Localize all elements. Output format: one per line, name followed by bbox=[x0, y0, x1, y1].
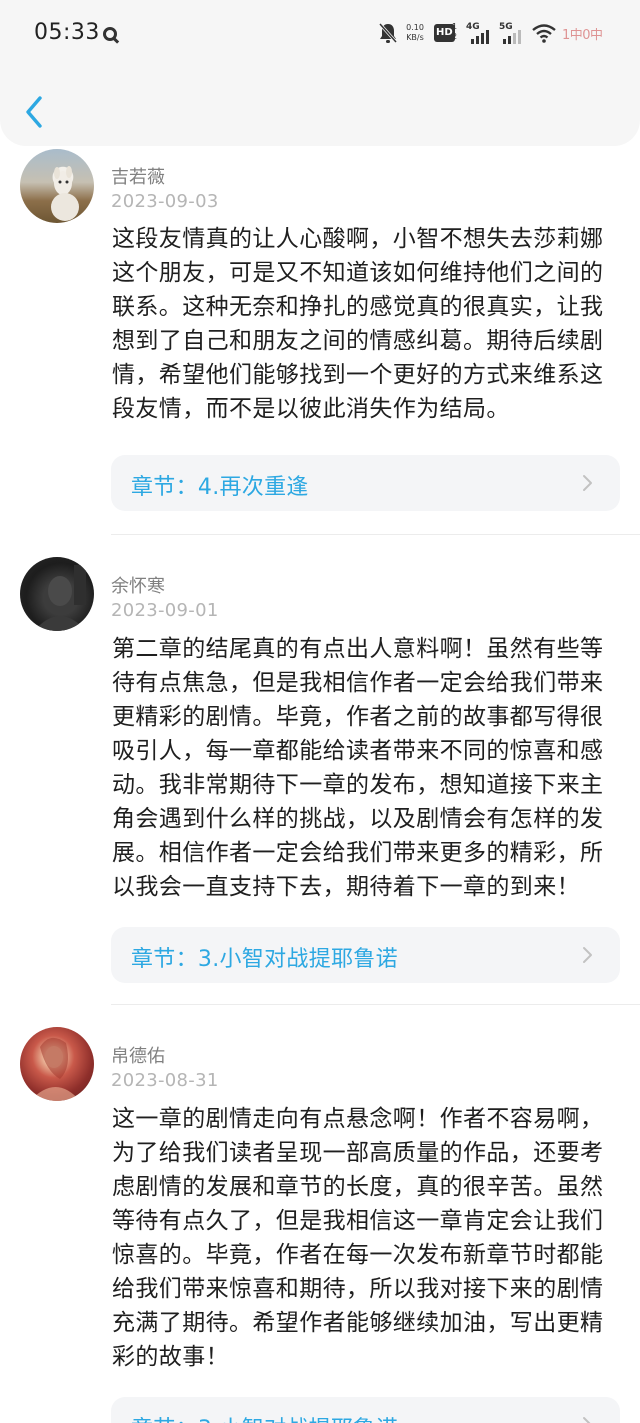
chapter-link[interactable]: 章节：3.小智对战提耶鲁诺 bbox=[111, 1397, 620, 1423]
person-avatar-icon bbox=[30, 1037, 80, 1101]
chapter-link[interactable]: 章节：3.小智对战提耶鲁诺 bbox=[111, 927, 620, 983]
chapter-link-label: 章节：3.小智对战提耶鲁诺 bbox=[131, 947, 398, 972]
avatar[interactable] bbox=[20, 557, 94, 631]
wifi-icon bbox=[532, 24, 556, 43]
avatar[interactable] bbox=[20, 1027, 94, 1101]
bell-muted-icon bbox=[378, 23, 398, 43]
top-bar: 05:33 0.10 KB/s HD 1 2 4G 5G 1中0中 bbox=[0, 0, 640, 146]
network-speed-unit: KB/s bbox=[406, 33, 424, 42]
search-app-icon bbox=[103, 27, 117, 41]
status-time: 05:33 bbox=[34, 20, 100, 45]
comment-text: 这段友情真的让人心酸啊，小智不想失去莎莉娜这个朋友，可是又不知道该如何维持他们之… bbox=[112, 226, 604, 422]
comment-username[interactable]: 吉若薇 bbox=[111, 163, 165, 189]
comment-text: 这一章的剧情走向有点悬念啊！作者不容易啊，为了给我们读者呈现一部高质量的作品，还… bbox=[112, 1106, 604, 1370]
alpaca-avatar-icon bbox=[51, 166, 79, 221]
signal-strength-icon bbox=[503, 30, 521, 44]
chevron-right-icon bbox=[583, 947, 592, 963]
chapter-link[interactable]: 章节：4.再次重逢 bbox=[111, 455, 620, 511]
network-speed-value: 0.10 bbox=[406, 23, 424, 32]
comment-text: 第二章的结尾真的有点出人意料啊！虽然有些等待有点焦急，但是我相信作者一定会给我们… bbox=[112, 636, 604, 900]
comment-date: 2023-08-31 bbox=[111, 1070, 219, 1091]
status-bar: 05:33 0.10 KB/s HD 1 2 4G 5G 1中0中 bbox=[0, 0, 640, 68]
person-avatar-icon bbox=[34, 565, 86, 631]
chapter-link-label: 章节：4.再次重逢 bbox=[131, 475, 309, 500]
hd-sub-label: 1 2 bbox=[452, 22, 458, 41]
battery-indicator: 1中0中 bbox=[562, 28, 603, 43]
divider bbox=[111, 534, 640, 535]
comment-date: 2023-09-03 bbox=[111, 191, 219, 212]
back-button[interactable] bbox=[20, 92, 50, 132]
comment-username[interactable]: 余怀寒 bbox=[111, 572, 165, 598]
signal-strength-icon bbox=[471, 30, 489, 44]
chevron-right-icon bbox=[583, 475, 592, 491]
divider bbox=[111, 1004, 640, 1005]
network-speed: 0.10 KB/s bbox=[404, 23, 426, 49]
comment-username[interactable]: 帛德佑 bbox=[111, 1042, 165, 1068]
chapter-link-label: 章节：3.小智对战提耶鲁诺 bbox=[131, 1411, 398, 1423]
avatar[interactable] bbox=[20, 149, 94, 223]
chevron-right-icon bbox=[583, 1417, 591, 1423]
comment-date: 2023-09-01 bbox=[111, 600, 219, 621]
